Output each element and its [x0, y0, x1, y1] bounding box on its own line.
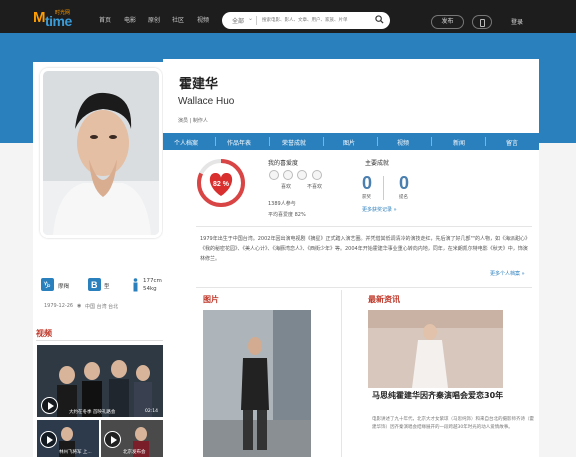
news-image[interactable] — [368, 310, 503, 388]
tab-photos[interactable]: 图片 — [343, 138, 355, 147]
noms-label: 提名 — [399, 195, 408, 200]
video-thumbnail-3[interactable]: 北京发布会 — [101, 420, 163, 457]
photo-thumbnail[interactable] — [203, 310, 311, 457]
noms-count: 0 — [399, 173, 410, 193]
mobile-app-button[interactable] — [472, 15, 492, 29]
column-divider — [341, 290, 342, 457]
logo-cn: 时光网 — [55, 10, 71, 16]
bio-divider — [196, 226, 532, 227]
person-roles: 演员 | 制作人 — [178, 118, 208, 124]
achievements-divider — [383, 176, 384, 200]
profile-photo[interactable] — [40, 68, 162, 238]
person-name-cn: 霍建华 — [179, 77, 219, 92]
search-box: 全部 ⌄ — [222, 12, 390, 29]
like-label: 喜欢 — [281, 184, 292, 190]
tab-separator — [485, 137, 486, 146]
weight-text: 54kg — [143, 286, 157, 292]
birth-date: 1979-12-26 — [44, 303, 74, 309]
like-button[interactable] — [269, 170, 279, 180]
chevron-down-icon[interactable]: ⌄ — [248, 15, 253, 22]
tab-profile[interactable]: 个人档案 — [174, 138, 198, 147]
tab-separator — [431, 137, 432, 146]
news-headline[interactable]: 马思纯霍建华因齐秦演唱会爱恋30年 — [372, 390, 532, 401]
avg-rating: 平均喜爱度 82% — [268, 212, 306, 218]
svg-text:♑: ♑ — [43, 281, 51, 291]
tab-filmography[interactable]: 作品年表 — [227, 138, 251, 147]
zodiac-text: 摩羯 — [58, 284, 70, 290]
play-icon[interactable] — [104, 431, 121, 448]
photo-image — [203, 310, 311, 457]
blood-type-icon: B — [88, 278, 101, 291]
zodiac-icon: ♑ — [41, 278, 54, 291]
nav-community[interactable]: 社区 — [172, 15, 184, 24]
blood-type-letter: B — [91, 280, 98, 290]
top-nav: M time 时光网 首页 电影 原创 社区 视频 全部 ⌄ 发布 登录 — [0, 0, 576, 33]
neutral-button-2[interactable] — [297, 170, 307, 180]
nav-movie[interactable]: 电影 — [124, 15, 136, 24]
play-icon[interactable] — [40, 431, 57, 448]
video-section-title: 视频 — [36, 329, 52, 338]
my-like-label: 我的喜爱度 — [268, 160, 299, 167]
location-icon: ◉ — [77, 303, 82, 309]
mtime-logo[interactable]: M time 时光网 — [33, 9, 79, 29]
rating-score: 82 % — [213, 181, 230, 188]
video-caption: 林州飞将军 上... — [59, 450, 92, 455]
dislike-button[interactable] — [312, 170, 322, 180]
news-photo — [368, 310, 503, 388]
person-name-en: Wallace Huo — [178, 96, 235, 107]
profile-tabs: 个人档案 作品年表 荣誉成就 图片 视频 新闻 留言 — [163, 133, 539, 150]
search-icon[interactable] — [375, 15, 384, 24]
nav-video[interactable]: 视频 — [197, 15, 209, 24]
video-divider — [36, 340, 168, 341]
news-summary: 电影讲述了九十年代，北京大才女紫琼（马思纯饰）和来自台北的摄影师齐诗（霍建华饰）… — [372, 417, 534, 430]
birthplace: 中国 台湾 台北 — [85, 304, 119, 310]
tab-separator — [215, 137, 216, 146]
wins-label: 获奖 — [362, 195, 371, 200]
dislike-label: 不喜欢 — [307, 184, 323, 190]
tab-separator — [323, 137, 324, 146]
video-caption: 北京发布会 — [123, 450, 146, 455]
tab-awards[interactable]: 荣誉成就 — [282, 138, 306, 147]
tab-separator — [269, 137, 270, 146]
tab-videos[interactable]: 视频 — [397, 138, 409, 147]
publish-button[interactable]: 发布 — [431, 15, 464, 29]
search-category[interactable]: 全部 — [232, 16, 244, 25]
search-separator — [256, 16, 257, 25]
achievements-title: 主要成就 — [365, 160, 390, 167]
height-icon — [133, 278, 138, 292]
vote-count: 1389人参与 — [268, 201, 296, 207]
nav-home[interactable]: 首页 — [99, 15, 111, 24]
basic-facts: ♑ 摩羯 B 型 177cm 54kg — [40, 278, 168, 318]
video-caption: 大约在冬季 首映礼路会 — [69, 410, 116, 415]
tab-news[interactable]: 新闻 — [453, 138, 465, 147]
search-input[interactable] — [262, 15, 370, 26]
wins-count: 0 — [362, 173, 373, 193]
height-text: 177cm — [143, 278, 162, 284]
video-thumbnail-main[interactable]: 大约在冬季 首映礼路会 02:14 — [37, 345, 163, 417]
login-link[interactable]: 登录 — [511, 17, 523, 26]
more-awards-link[interactable]: 更多获奖记录 » — [362, 206, 397, 213]
portrait-image — [43, 71, 159, 235]
video-thumbnail-2[interactable]: 林州飞将军 上... — [37, 420, 99, 457]
video-duration: 02:14 — [145, 409, 158, 414]
tab-messages[interactable]: 留言 — [506, 138, 518, 147]
tab-separator — [377, 137, 378, 146]
logo-time: time — [45, 13, 72, 29]
nav-original[interactable]: 原创 — [148, 15, 160, 24]
play-icon[interactable] — [41, 397, 58, 414]
more-profile-link[interactable]: 更多个人档案 » — [490, 270, 525, 277]
blood-type-suffix: 型 — [104, 284, 110, 290]
photos-title: 图片 — [203, 295, 219, 304]
phone-icon — [480, 19, 485, 27]
rating-heart: 82 % — [196, 158, 246, 208]
news-title: 最新资讯 — [368, 295, 400, 304]
logo-m: M — [33, 9, 46, 26]
bio-text: 1979年出生于中国台湾。2002年因出演电视剧《摘星》正式踏入演艺圈。并凭借其… — [200, 236, 528, 262]
neutral-button[interactable] — [283, 170, 293, 180]
section-divider — [196, 287, 532, 288]
